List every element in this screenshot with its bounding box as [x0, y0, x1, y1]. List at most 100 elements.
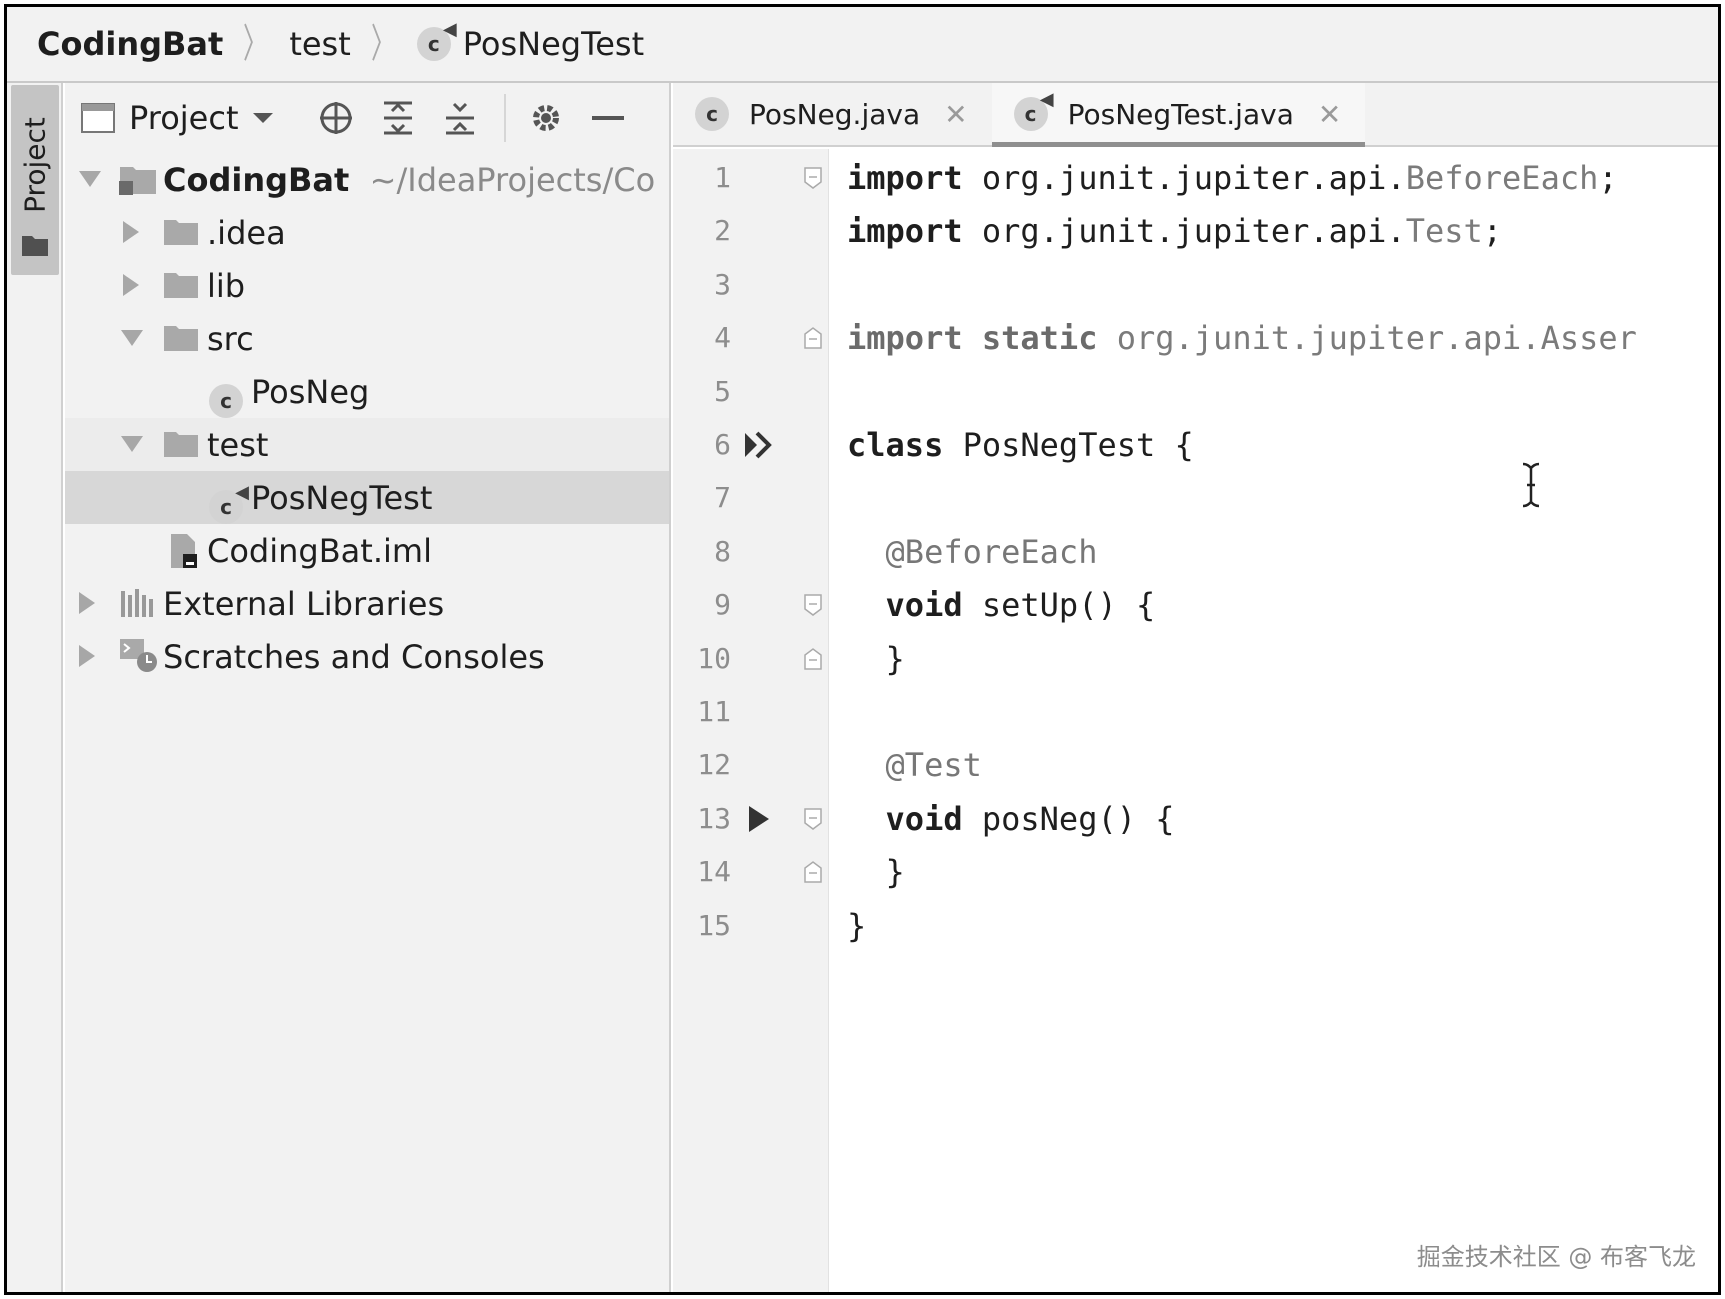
breadcrumb-project[interactable]: CodingBat	[37, 25, 223, 63]
java-test-class-icon: c ◀	[1013, 89, 1054, 131]
tree-item-label: src	[207, 319, 254, 358]
line-number: 11	[697, 695, 731, 728]
code-token: BeforeEach	[1405, 159, 1599, 197]
code-line: void setUp() {	[847, 578, 1156, 632]
gutter-line: 13	[673, 792, 828, 846]
gutter-line: 8	[673, 525, 828, 579]
tree-item-codingbat-iml[interactable]: CodingBat.iml	[65, 524, 669, 577]
code-line: }	[847, 899, 866, 953]
tree-item-test[interactable]: test	[65, 418, 669, 471]
ide-window: CodingBat 〉 test 〉 c ◀ PosNegTest Project…	[4, 4, 1721, 1295]
tree-item-idea[interactable]: .idea	[65, 206, 669, 259]
java-class-icon: c	[209, 383, 243, 418]
collapsed-arrow-icon[interactable]	[79, 645, 95, 667]
minimize-icon[interactable]	[586, 96, 630, 140]
gutter-line: 1	[673, 151, 828, 205]
breadcrumb-file-label: PosNegTest	[462, 25, 645, 63]
project-tool-window-button[interactable]: Project	[11, 85, 59, 275]
code-line: @Test	[847, 738, 982, 792]
java-test-class-icon: c ◀	[209, 482, 249, 524]
code-token: import static	[847, 319, 1098, 358]
toolbar-divider	[504, 94, 507, 142]
tree-item-scratches[interactable]: Scratches and Consoles	[65, 630, 669, 683]
code-line: class PosNegTest {	[847, 418, 1194, 472]
line-number: 15	[697, 908, 731, 942]
close-icon[interactable]: ✕	[1318, 98, 1341, 131]
project-folder-icon	[119, 167, 156, 195]
tree-item-label: test	[207, 425, 269, 464]
code-token: org.junit.jupiter.api.	[962, 212, 1406, 251]
fold-start-icon[interactable]	[803, 807, 823, 831]
project-stripe-label: Project	[18, 117, 52, 213]
code-editor[interactable]: import org.junit.jupiter.api.BeforeEach;…	[829, 149, 1718, 1292]
code-token: org.junit.jupiter.api.Asser	[1097, 319, 1637, 358]
line-number: 1	[714, 161, 731, 194]
tree-item-codingbat[interactable]: CodingBat ~/IdeaProjects/Co	[65, 153, 669, 206]
line-number: 10	[697, 641, 731, 675]
code-token: @BeforeEach	[885, 532, 1098, 571]
code-line: @BeforeEach	[847, 525, 1098, 579]
test-folder-icon	[164, 432, 198, 457]
expanded-arrow-icon[interactable]	[121, 330, 143, 346]
expanded-arrow-icon[interactable]	[79, 171, 101, 187]
tree-item-lib[interactable]: lib	[65, 259, 669, 312]
tree-item-label: CodingBat.iml	[207, 531, 432, 570]
expand-all-icon[interactable]	[376, 96, 420, 140]
chevron-down-icon[interactable]	[252, 111, 274, 125]
gutter-line: 11	[673, 685, 828, 739]
project-view-selector[interactable]: Project	[129, 99, 238, 137]
code-line: }	[847, 845, 905, 899]
code-token: posNeg() {	[962, 799, 1175, 838]
tab-label: PosNegTest.java	[1067, 97, 1294, 131]
breadcrumb-folder[interactable]: test	[289, 25, 350, 63]
tree-item-posneg[interactable]: c PosNeg	[65, 365, 669, 418]
gutter-line: 6	[673, 418, 828, 472]
tree-item-label: lib	[207, 266, 246, 305]
code-token: setUp() {	[962, 586, 1156, 625]
fold-end-icon[interactable]	[803, 647, 823, 671]
code-token: PosNegTest {	[943, 426, 1194, 464]
java-class-icon: c	[695, 97, 729, 131]
tab-posneg-java[interactable]: c PosNeg.java ✕	[673, 83, 992, 145]
tab-posnegtest-java[interactable]: c ◀ PosNegTest.java ✕	[991, 83, 1366, 147]
collapsed-arrow-icon[interactable]	[123, 221, 139, 243]
breadcrumb-file[interactable]: c ◀ PosNegTest	[416, 19, 645, 63]
code-token: import	[847, 212, 963, 251]
folder-icon	[22, 236, 48, 256]
project-toolbar: Project	[65, 83, 669, 153]
code-line: void posNeg() {	[847, 792, 1175, 846]
gear-icon[interactable]	[524, 96, 568, 140]
line-number: 12	[697, 748, 731, 782]
locate-crosshair-icon[interactable]	[314, 96, 358, 140]
fold-end-icon[interactable]	[803, 326, 823, 350]
line-number: 13	[697, 801, 731, 835]
breadcrumb: CodingBat 〉 test 〉 c ◀ PosNegTest	[7, 7, 1718, 83]
tree-item-src[interactable]: src	[65, 312, 669, 365]
folder-icon	[164, 220, 198, 245]
text-cursor-icon	[1522, 462, 1540, 508]
code-token: ;	[1598, 159, 1618, 197]
run-test-icon[interactable]	[747, 805, 771, 833]
code-token: import	[847, 159, 963, 197]
line-number: 9	[714, 588, 731, 622]
code-line: import org.junit.jupiter.api.Test;	[847, 204, 1502, 258]
fold-end-icon[interactable]	[803, 860, 823, 884]
code-token: org.junit.jupiter.api.	[962, 159, 1406, 197]
collapse-all-icon[interactable]	[438, 96, 482, 140]
gutter-line: 3	[673, 258, 828, 312]
run-all-tests-icon[interactable]	[743, 431, 773, 459]
collapsed-arrow-icon[interactable]	[79, 592, 95, 614]
iml-file-icon	[171, 534, 197, 568]
libraries-icon	[121, 589, 153, 617]
tree-item-posnegtest[interactable]: c ◀ PosNegTest	[65, 471, 669, 524]
line-number: 2	[714, 214, 731, 248]
tree-item-label: External Libraries	[163, 584, 445, 623]
close-icon[interactable]: ✕	[944, 98, 967, 131]
fold-start-icon[interactable]	[803, 593, 823, 617]
tree-item-external-libraries[interactable]: External Libraries	[65, 577, 669, 630]
expanded-arrow-icon[interactable]	[121, 436, 143, 452]
code-line: import static org.junit.jupiter.api.Asse…	[847, 311, 1637, 365]
fold-start-icon[interactable]	[803, 166, 823, 190]
gutter-line: 7	[673, 471, 828, 525]
collapsed-arrow-icon[interactable]	[123, 274, 139, 296]
